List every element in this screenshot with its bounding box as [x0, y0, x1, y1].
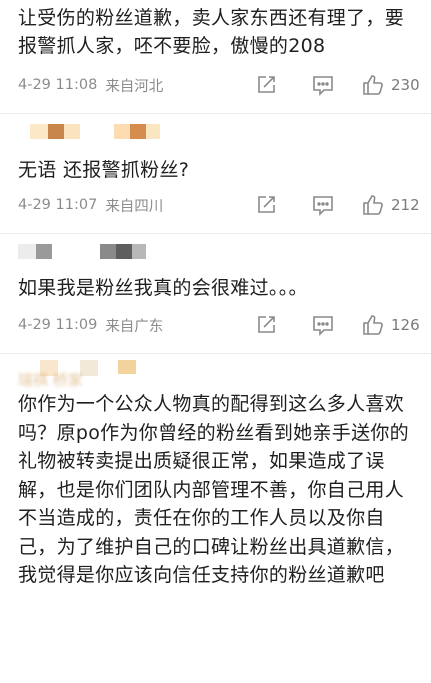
username-blurred: 瑞祺 桥家	[18, 371, 83, 389]
comment-meta: 4-29 11:09 来自广东 126	[0, 306, 431, 344]
comment-time: 4-29 11:07	[18, 197, 98, 213]
comment-item: 无语 还报警抓粉丝? 4-29 11:07 来自四川 212	[0, 114, 431, 224]
comment-bubble-icon[interactable]	[311, 314, 335, 336]
mosaic-block	[64, 124, 80, 139]
comment-item: 瑞祺 桥家 你作为一个公众人物真的配得到这么多人喜欢吗？原po作为你曾经的粉丝看…	[0, 354, 431, 590]
thumbs-up-icon[interactable]	[361, 73, 385, 97]
username-censored	[0, 234, 431, 270]
share-square-icon[interactable]	[255, 74, 277, 96]
mosaic-block	[146, 124, 160, 139]
comment-meta: 4-29 11:08 来自河北 230	[0, 66, 431, 104]
share-square-icon[interactable]	[255, 314, 277, 336]
mosaic-block	[130, 124, 146, 139]
comment-item: 让受伤的粉丝道歉，卖人家东西还有理了，要报警抓人家，呸不要脸，傲慢的208 4-…	[0, 0, 431, 104]
like-count: 126	[391, 316, 420, 334]
comment-time: 4-29 11:09	[18, 317, 98, 333]
comment-actions: 230	[255, 66, 423, 104]
comment-text: 如果我是粉丝我真的会很难过。。。	[18, 277, 308, 299]
comment-location: 来自四川	[105, 198, 164, 215]
mosaic-block	[116, 244, 132, 259]
username-censored: 瑞祺 桥家	[0, 354, 431, 390]
mosaic-block	[132, 244, 146, 259]
comment-bubble-icon[interactable]	[311, 74, 335, 96]
mosaic-block	[100, 244, 116, 259]
comment-text: 无语 还报警抓粉丝?	[18, 159, 190, 181]
mosaic-block	[118, 360, 136, 374]
comment-location: 来自广东	[105, 318, 164, 335]
comment-meta: 4-29 11:07 来自四川 212	[0, 186, 431, 224]
like-count: 230	[391, 76, 420, 94]
username-censored	[0, 114, 431, 150]
comment-text: 你作为一个公众人物真的配得到这么多人喜欢吗？原po作为你曾经的粉丝看到她亲手送你…	[18, 393, 409, 586]
comment-bubble-icon[interactable]	[311, 194, 335, 216]
comment-time: 4-29 11:08	[18, 77, 98, 93]
mosaic-block	[18, 244, 36, 259]
comment-text: 让受伤的粉丝道歉，卖人家东西还有理了，要报警抓人家，呸不要脸，傲慢的208	[18, 7, 405, 57]
comment-actions: 126	[255, 306, 423, 344]
comment-location: 来自河北	[105, 78, 164, 95]
mosaic-block	[48, 124, 64, 139]
like-count: 212	[391, 196, 420, 214]
comment-item: 如果我是粉丝我真的会很难过。。。 4-29 11:09 来自广东 126	[0, 234, 431, 344]
comment-actions: 212	[255, 186, 423, 224]
mosaic-block	[30, 124, 48, 139]
share-square-icon[interactable]	[255, 194, 277, 216]
thumbs-up-icon[interactable]	[361, 313, 385, 337]
thumbs-up-icon[interactable]	[361, 193, 385, 217]
mosaic-block	[114, 124, 130, 139]
mosaic-block	[36, 244, 52, 259]
